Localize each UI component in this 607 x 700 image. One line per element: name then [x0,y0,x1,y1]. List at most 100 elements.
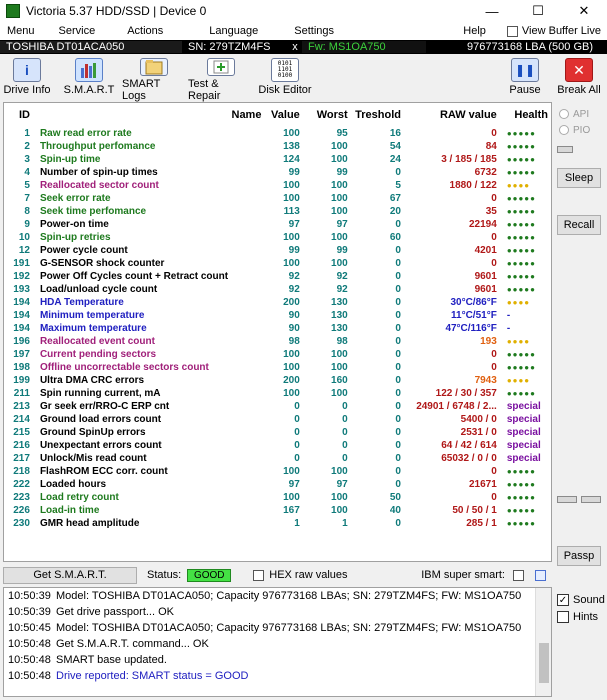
log-scrollbar[interactable] [535,588,551,696]
log-time: 10:50:48 [8,654,51,666]
drive-info-button[interactable]: i Drive Info [2,56,52,98]
menu-settings[interactable]: Settings [287,25,341,37]
cell-id: 214 [13,414,30,425]
log-message: Model: TOSHIBA DT01ACA050; Capacity 9767… [56,622,522,634]
cell-threshold: 0 [395,297,401,308]
table-row[interactable]: 217 Unlock/Mis read count 0 0 0 65032 / 0 / 0… [8,452,548,465]
table-row[interactable]: 223 Load retry count 100 100 50 0 ●●●●● [8,491,548,504]
table-row[interactable]: 193 Load/unload cycle count 92 92 0 9601 ●●●●● [8,283,548,296]
pause-icon: ❚❚ [511,58,539,82]
cell-value: 100 [283,258,300,269]
passp-button[interactable]: Passp [557,546,601,566]
header-worst[interactable]: Worst [300,103,348,127]
table-row[interactable]: 191 G-SENSOR shock counter 100 100 0 0 ●●●●● [8,257,548,270]
hints-option[interactable]: Hints [557,611,598,623]
table-row[interactable]: 4 Number of spin-up times 99 99 0 6732 ●●●●● [8,166,548,179]
ibm-super-smart-icon[interactable] [535,569,546,581]
table-row[interactable]: 196 Reallocated event count 98 98 0 193 ●●●● [8,335,548,348]
header-raw[interactable]: RAW value [401,103,497,127]
device-model[interactable]: TOSHIBA DT01ACA050 [0,41,182,53]
table-row[interactable]: 5 Reallocated sector count 100 100 5 1880 / 1… [8,179,548,192]
table-row[interactable]: 3 Spin-up time 124 100 24 3 / 185 / 185 ●●●●● [8,153,548,166]
header-name[interactable]: Name [40,103,262,127]
menu-menu[interactable]: Menu [0,25,42,37]
mini-button-left[interactable] [557,496,577,503]
cell-id: 197 [13,349,30,360]
header-threshold[interactable]: Treshold [348,103,401,127]
pause-button[interactable]: ❚❚ Pause [501,56,549,98]
close-button[interactable]: ✕ [561,0,607,22]
table-row[interactable]: 2 Throughput perfomance 138 100 54 84 ●●●●● [8,140,548,153]
cell-raw: 285 / 1 [466,518,497,529]
table-row[interactable]: 192 Power Off Cycles count + Retract coun… [8,270,548,283]
device-bar: TOSHIBA DT01ACA050 SN: 279TZM4FS x Fw: M… [0,40,607,54]
menu-service[interactable]: Service [52,25,103,37]
smart-label: S.M.A.R.T [63,84,115,96]
table-row[interactable]: 8 Seek time perfomance 113 100 20 35 ●●●●● [8,205,548,218]
table-row[interactable]: 230 GMR head amplitude 1 1 0 285 / 1 ●●●●● [8,517,548,530]
table-row[interactable]: 7 Seek error rate 100 100 67 0 ●●●●● [8,192,548,205]
maximize-button[interactable]: ☐ [515,0,561,22]
test-repair-button[interactable]: Test & Repair [188,56,254,102]
table-row[interactable]: 198 Offline uncorrectable sectors count 10… [8,361,548,374]
header-value[interactable]: Value [261,103,300,127]
cell-raw: 0 [491,193,497,204]
cell-worst: 97 [336,219,348,230]
sound-option[interactable]: ✓ Sound [557,594,605,606]
cell-value: 0 [294,453,300,464]
header-health[interactable]: Health [497,103,548,127]
table-row[interactable]: 194 Maximum temperature 90 130 0 47°C/116°F - [8,322,548,335]
table-row[interactable]: 9 Power-on time 97 97 0 22194 ●●●●● [8,218,548,231]
api-radio[interactable]: API [555,106,589,122]
table-row[interactable]: 215 Ground SpinUp errors 0 0 0 2531 / 0 specia… [8,426,548,439]
mini-button-right[interactable] [581,496,601,503]
pio-radio-circle[interactable] [559,125,569,135]
sleep-button[interactable]: Sleep [557,168,601,188]
pio-radio[interactable]: PIO [555,122,590,138]
table-row[interactable]: 216 Unexpectant errors count 0 0 0 64 / 42 / … [8,439,548,452]
device-close-icon[interactable]: x [288,41,302,53]
table-row[interactable]: 213 Gr seek err/RRO-C ERP cnt 0 0 0 24901 / 6… [8,400,548,413]
disk-editor-button[interactable]: 0101 1101 0100 Disk Editor [256,56,314,98]
cell-name: Offline uncorrectable sectors count [39,362,209,373]
table-row[interactable]: 194 HDA Temperature 200 130 0 30°C/86°F ●●●● [8,296,548,309]
table-row[interactable]: 197 Current pending sectors 100 100 0 0 ●●●●● [8,348,548,361]
table-row[interactable]: 211 Spin running current, mA 100 100 0 122 / … [8,387,548,400]
table-row[interactable]: 10 Spin-up retries 100 100 60 0 ●●●●● [8,231,548,244]
menu-language[interactable]: Language [202,25,265,37]
log-scrollbar-thumb[interactable] [539,643,549,683]
table-row[interactable]: 199 Ultra DMA CRC errors 200 160 0 7943 ●●●● [8,374,548,387]
minimize-button[interactable]: — [469,0,515,22]
table-row[interactable]: 214 Ground load errors count 0 0 0 5400 / 0 sp… [8,413,548,426]
view-buffer-live-checkbox[interactable] [506,25,518,37]
header-id[interactable]: ID [8,103,40,127]
table-row[interactable]: 222 Loaded hours 97 97 0 21671 ●●●●● [8,478,548,491]
sound-checkbox[interactable]: ✓ [557,594,569,606]
cell-id: 9 [24,219,30,230]
table-row[interactable]: 1 Raw read error rate 100 95 16 0 ●●●●● [8,127,548,140]
cell-health: ●●●●● [506,220,536,229]
table-row[interactable]: 12 Power cycle count 99 99 0 4201 ●●●●● [8,244,548,257]
view-buffer-live-toggle[interactable]: View Buffer Live [506,25,607,37]
get-smart-button[interactable]: Get S.M.A.R.T. [3,566,137,584]
cell-worst: 95 [336,128,348,139]
hints-checkbox[interactable] [557,611,569,623]
table-row[interactable]: 226 Load-in time 167 100 40 50 / 50 / 1 ●●●●● [8,504,548,517]
ibm-super-smart-checkbox[interactable] [513,569,524,581]
smart-logs-icon [140,58,168,76]
smart-button[interactable]: S.M.A.R.T [62,56,116,98]
menu-help[interactable]: Help [456,25,493,37]
smart-logs-button[interactable]: SMART Logs [122,56,186,102]
break-all-button[interactable]: ✕ Break All [553,56,605,98]
hex-raw-checkbox[interactable] [253,569,265,581]
cell-name: Minimum temperature [39,310,145,321]
table-row[interactable]: 218 FlashROM ECC corr. count 100 100 0 0 ●●●●● [8,465,548,478]
api-radio-circle[interactable] [559,109,569,119]
menu-actions[interactable]: Actions [120,25,170,37]
cell-threshold: 0 [395,414,401,425]
table-row[interactable]: 194 Minimum temperature 90 130 0 11°C/51°F - [8,309,548,322]
cell-worst: 1 [342,518,348,529]
cell-value: 0 [294,427,300,438]
recall-button[interactable]: Recall [557,215,601,235]
cell-threshold: 0 [395,388,401,399]
